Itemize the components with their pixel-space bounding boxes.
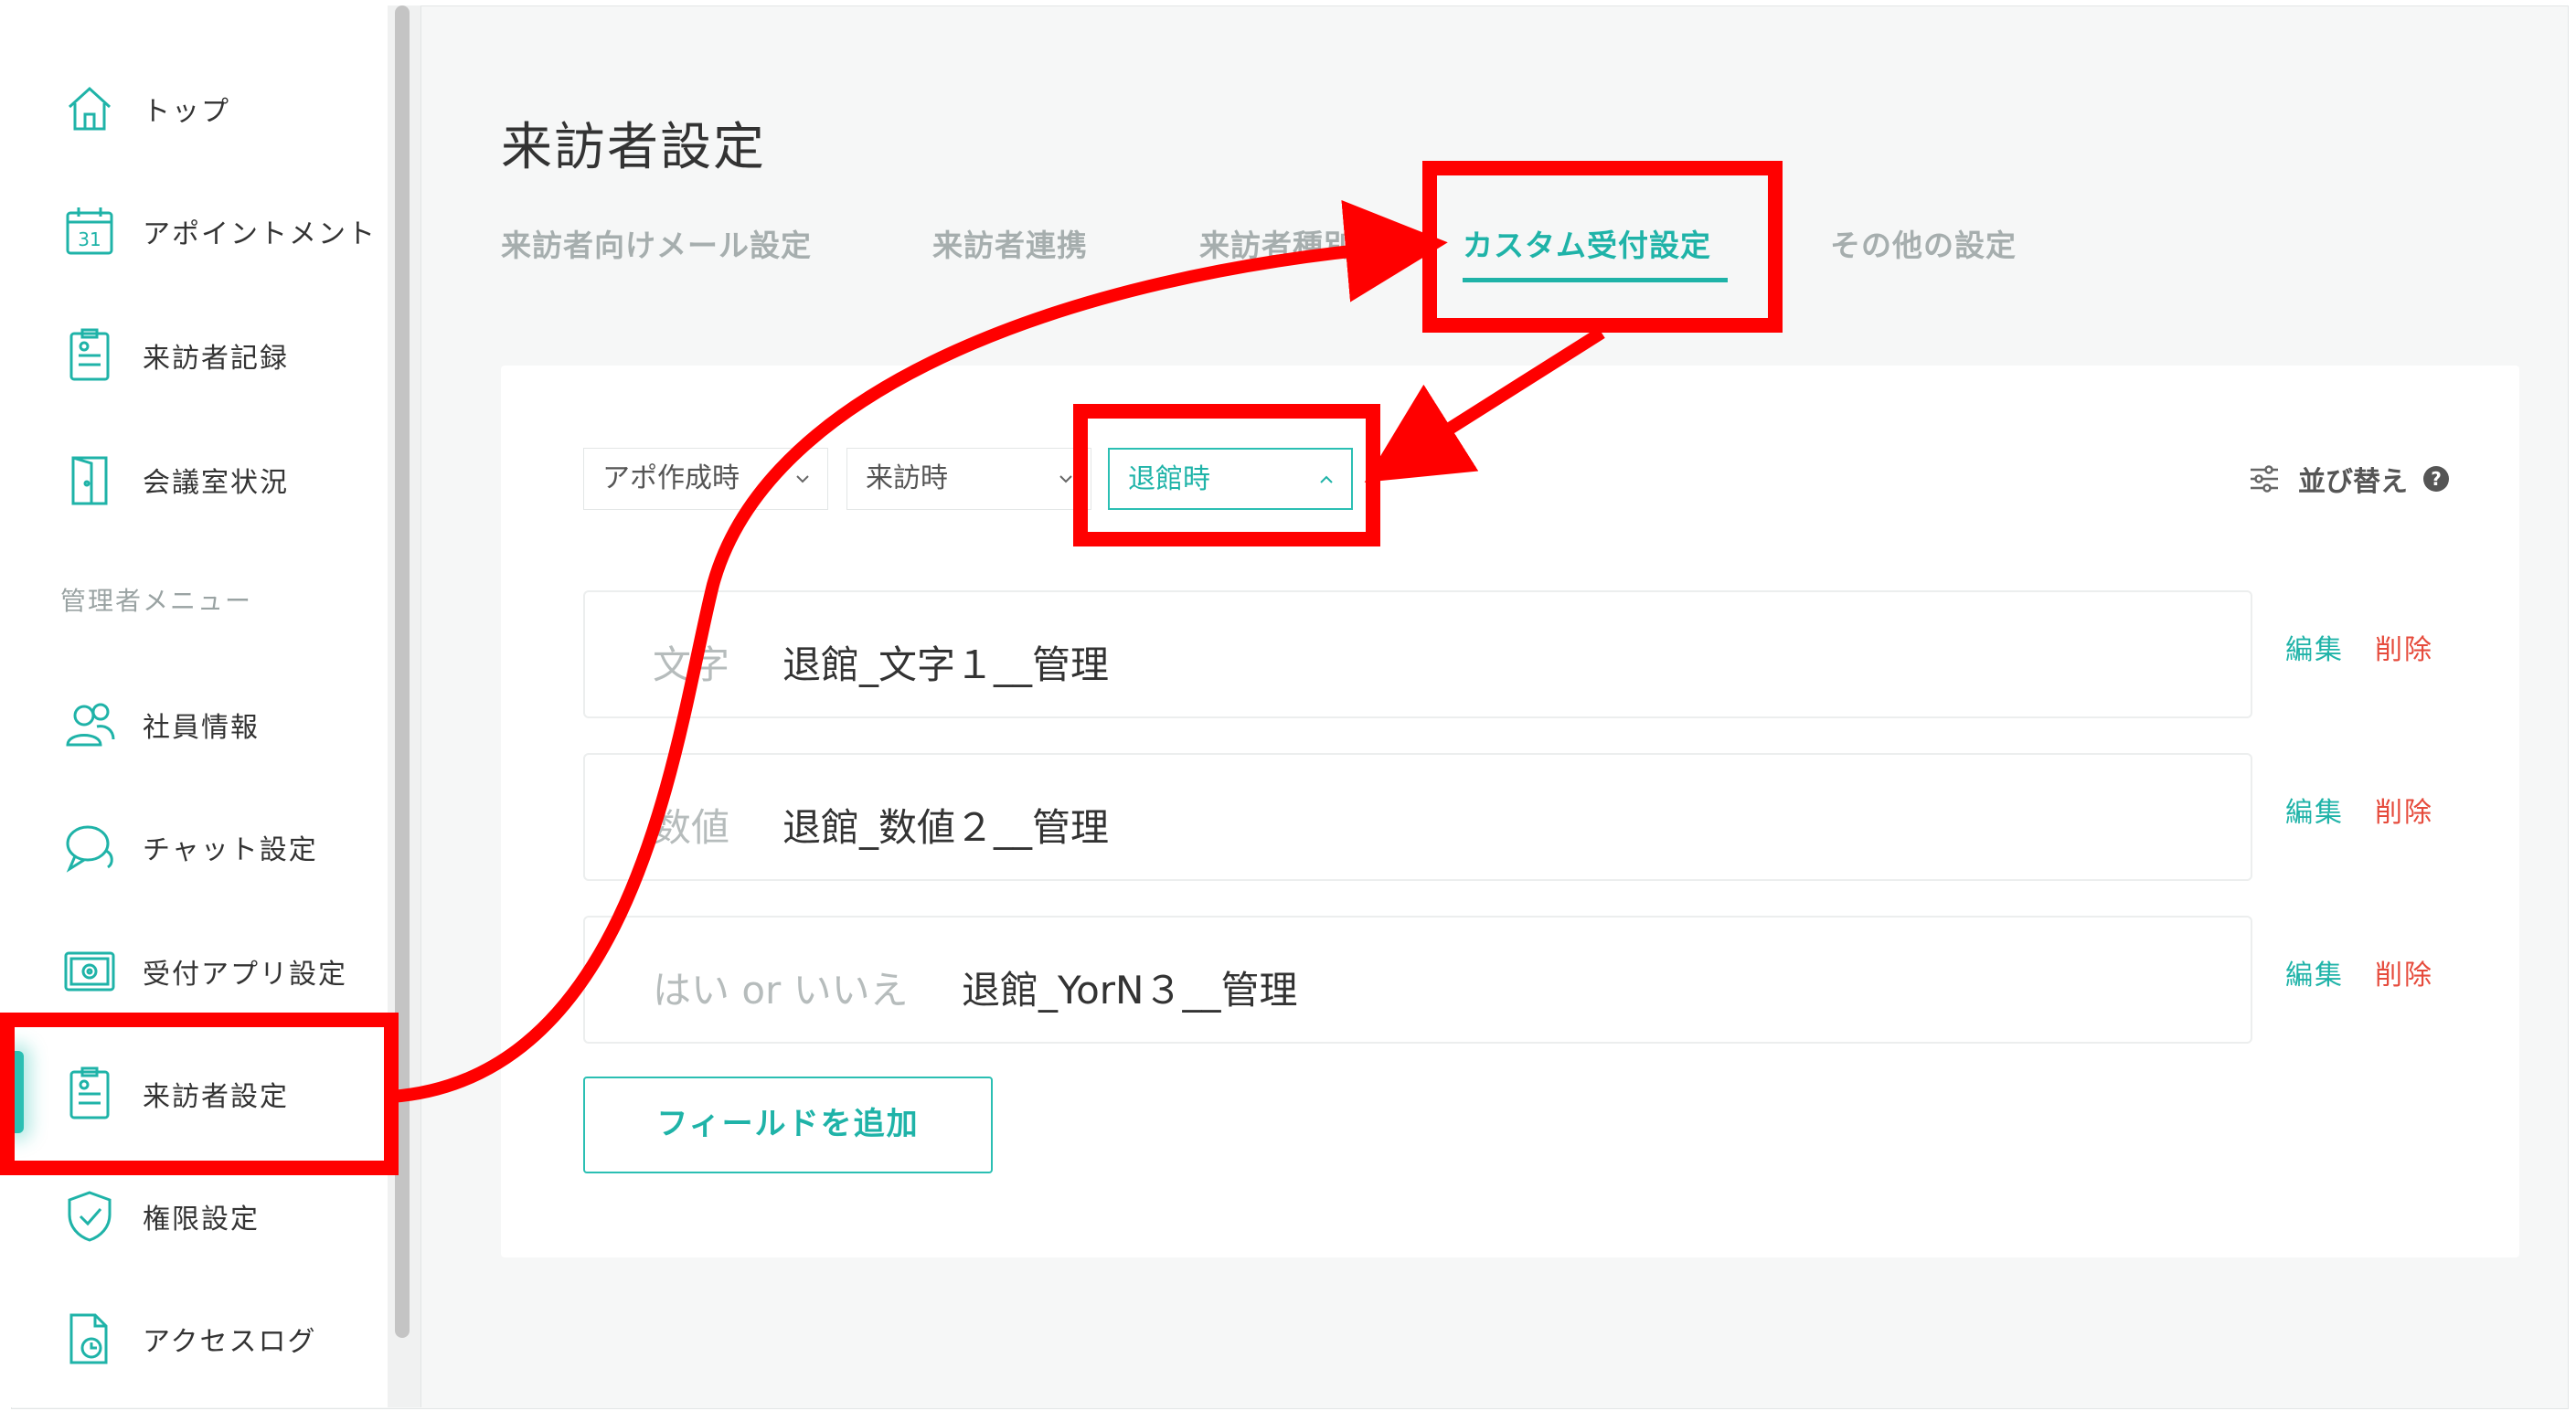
highlight-box-sidebar bbox=[0, 1013, 399, 1175]
annotation-arrow-tab-to-select bbox=[1364, 327, 1605, 483]
annotation-overlay bbox=[0, 161, 1783, 1175]
highlight-box-select bbox=[1073, 404, 1380, 546]
annotation-arrow-sidebar-to-tab bbox=[390, 200, 1448, 1103]
highlight-box-tab bbox=[1422, 161, 1783, 333]
